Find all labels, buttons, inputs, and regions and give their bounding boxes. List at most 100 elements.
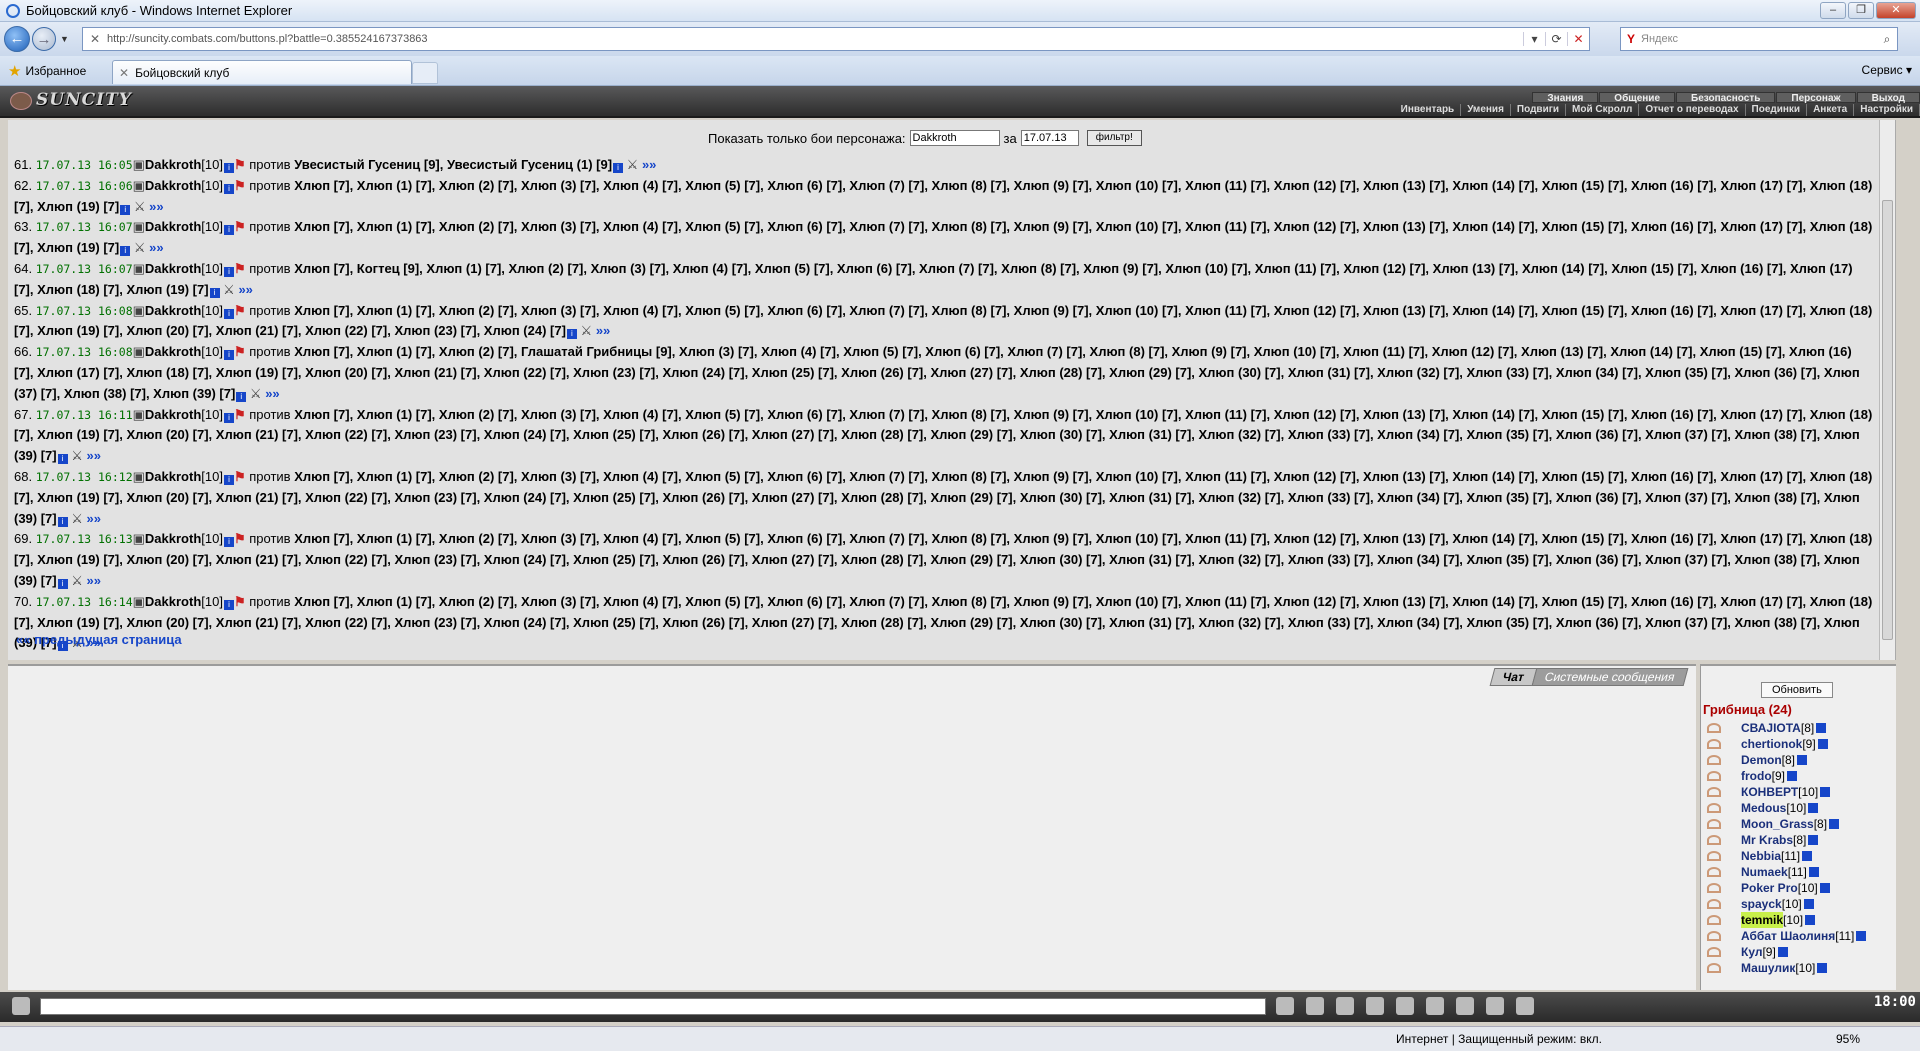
favorites-button[interactable]: ★ Избранное — [8, 62, 86, 80]
info-icon[interactable]: i — [223, 599, 234, 610]
user-name[interactable]: frodo — [1741, 768, 1772, 784]
user-name[interactable]: Moon_Grass — [1741, 816, 1814, 832]
user-info-icon[interactable] — [1820, 787, 1831, 797]
battle-log-link[interactable]: »» — [149, 240, 163, 255]
sub-menu-item[interactable]: Анкета — [1807, 104, 1855, 116]
address-dropdown-icon[interactable]: ▾ — [1523, 32, 1545, 46]
player-name[interactable]: Dakkroth — [145, 157, 201, 172]
user-info-icon[interactable] — [1808, 867, 1819, 877]
user-name[interactable]: Medous — [1741, 800, 1786, 816]
info-icon[interactable]: i — [120, 204, 131, 215]
minimize-button[interactable]: – — [1820, 2, 1846, 19]
service-menu[interactable]: Сервис ▾ — [1862, 63, 1912, 77]
info-icon[interactable]: i — [223, 412, 234, 423]
top-menu-item[interactable]: Персонаж — [1776, 92, 1856, 104]
battle-datetime[interactable]: 17.07.13 16:14 — [36, 595, 133, 609]
user-name[interactable]: СВАJIOTA — [1741, 720, 1801, 736]
user-info-icon[interactable] — [1805, 915, 1816, 925]
user-info-icon[interactable] — [1802, 851, 1813, 861]
send-icon[interactable] — [1276, 997, 1294, 1015]
battle-log-link[interactable]: »» — [265, 386, 279, 401]
filter-date-input[interactable] — [1020, 130, 1079, 146]
mask-icon[interactable] — [1516, 997, 1534, 1015]
user-info-icon[interactable] — [1808, 835, 1819, 845]
emoji-icon[interactable] — [1486, 997, 1504, 1015]
user-info-icon[interactable] — [1817, 963, 1828, 973]
clear-icon[interactable] — [1306, 997, 1324, 1015]
info-icon[interactable]: i — [613, 163, 624, 173]
sub-menu-item[interactable]: Умения — [1461, 104, 1511, 116]
battle-log-link[interactable]: »» — [87, 573, 101, 588]
info-icon[interactable]: i — [223, 537, 234, 548]
battle-datetime[interactable]: 17.07.13 16:05 — [36, 158, 133, 172]
close-button[interactable]: ✕ — [1876, 2, 1916, 19]
walk-icon[interactable] — [1396, 997, 1414, 1015]
security-zone[interactable]: Интернет | Защищенный режим: вкл. — [1396, 1032, 1602, 1046]
info-icon[interactable]: i — [209, 287, 220, 298]
user-info-icon[interactable] — [1803, 899, 1814, 909]
search-icon[interactable]: ⌕ — [1877, 32, 1897, 47]
player-name[interactable]: Dakkroth — [145, 531, 201, 546]
user-name[interactable]: spayck — [1741, 896, 1782, 912]
battle-log-link[interactable]: »» — [87, 448, 101, 463]
forward-button[interactable]: → — [32, 27, 56, 51]
user-info-icon[interactable] — [1787, 771, 1797, 781]
stop-icon[interactable]: ✕ — [1567, 32, 1589, 46]
sub-menu-item[interactable]: Поединки — [1746, 104, 1808, 116]
top-menu-item[interactable]: Выход — [1856, 92, 1920, 104]
browser-tab[interactable]: ✕ Бойцовский клуб — [112, 60, 412, 84]
info-icon[interactable]: i — [223, 183, 234, 194]
top-menu-item[interactable]: Знания — [1532, 92, 1599, 104]
sword-icon[interactable] — [1426, 997, 1444, 1015]
save-icon[interactable] — [1366, 997, 1384, 1015]
user-name[interactable]: Nebbia — [1741, 848, 1781, 864]
user-name[interactable]: Аббат Шаолиня — [1741, 928, 1835, 944]
new-tab-button[interactable] — [412, 62, 438, 84]
user-info-icon[interactable] — [1808, 803, 1819, 813]
battle-scrollbar[interactable] — [1879, 120, 1895, 660]
filter-button[interactable]: фильтр! — [1086, 130, 1142, 146]
player-name[interactable]: Dakkroth — [145, 407, 201, 422]
info-icon[interactable]: i — [223, 225, 234, 236]
prev-page-link[interactable]: «« предыдущая страница — [16, 632, 182, 647]
refresh-button[interactable]: Обновить — [1761, 682, 1833, 698]
user-info-icon[interactable] — [1816, 723, 1827, 733]
user-info-icon[interactable] — [1817, 739, 1828, 749]
player-name[interactable]: Dakkroth — [145, 469, 201, 484]
info-icon[interactable]: i — [120, 246, 131, 257]
chat-tab[interactable]: Чат — [1489, 668, 1537, 686]
search-box[interactable]: Y Яндекс ⌕ — [1620, 27, 1898, 51]
info-icon[interactable]: i — [223, 266, 234, 277]
user-name[interactable]: Машулик — [1741, 960, 1795, 976]
user-name[interactable]: temmik — [1741, 912, 1784, 928]
info-icon[interactable]: i — [57, 516, 68, 527]
info-icon[interactable]: i — [566, 329, 577, 340]
user-info-icon[interactable] — [1819, 883, 1830, 893]
sub-menu-item[interactable]: Подвиги — [1511, 104, 1567, 116]
chat-input[interactable] — [40, 998, 1266, 1015]
user-info-icon[interactable] — [1797, 755, 1808, 765]
player-name[interactable]: Dakkroth — [145, 178, 201, 193]
player-name[interactable]: Dakkroth — [145, 219, 201, 234]
battle-datetime[interactable]: 17.07.13 16:07 — [36, 262, 133, 276]
user-info-icon[interactable] — [1829, 819, 1840, 829]
battle-log-link[interactable]: »» — [596, 323, 610, 338]
info-icon[interactable]: i — [57, 578, 68, 589]
info-icon[interactable]: i — [223, 308, 234, 319]
maximize-button[interactable]: ❐ — [1848, 2, 1874, 19]
info-icon[interactable]: i — [223, 163, 234, 173]
user-name[interactable]: Poker Pro — [1741, 880, 1798, 896]
sub-menu-item[interactable]: Настройки — [1854, 104, 1920, 116]
back-button[interactable]: ← — [4, 26, 30, 52]
battle-datetime[interactable]: 17.07.13 16:11 — [36, 408, 133, 422]
user-name[interactable]: chertionok — [1741, 736, 1802, 752]
battle-datetime[interactable]: 17.07.13 16:08 — [36, 345, 133, 359]
filter-name-input[interactable] — [909, 130, 1000, 146]
player-name[interactable]: Dakkroth — [145, 303, 201, 318]
info-icon[interactable]: i — [236, 391, 247, 402]
battle-datetime[interactable]: 17.07.13 16:12 — [36, 470, 133, 484]
chat-tab[interactable]: Системные сообщения — [1532, 668, 1689, 686]
user-info-icon[interactable] — [1777, 947, 1788, 957]
user-name[interactable]: Mr Krabs — [1741, 832, 1793, 848]
battle-datetime[interactable]: 17.07.13 16:06 — [36, 179, 133, 193]
